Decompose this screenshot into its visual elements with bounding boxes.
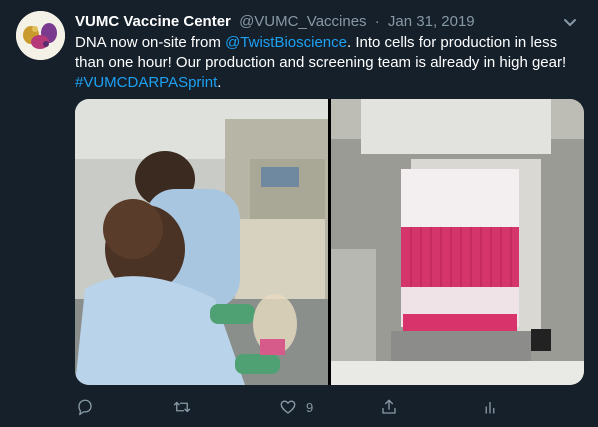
tweet-date[interactable]: Jan 31, 2019 xyxy=(388,13,475,30)
tweet-text: DNA now on-site from @TwistBioscience. I… xyxy=(75,33,587,93)
tweet-text-part: DNA now on-site from xyxy=(75,34,226,51)
tweet[interactable]: VUMC Vaccine Center @VUMC_Vaccines · Jan… xyxy=(0,0,598,427)
reply-button[interactable] xyxy=(76,394,94,420)
share-button[interactable] xyxy=(380,394,398,420)
analytics-icon xyxy=(485,401,495,414)
analytics-button[interactable] xyxy=(481,394,499,420)
reply-icon xyxy=(78,399,92,416)
hashtag-link[interactable]: #VUMCDARPASprint xyxy=(75,74,217,91)
user-handle[interactable]: @VUMC_Vaccines xyxy=(239,13,367,30)
like-button[interactable]: 9 xyxy=(279,394,313,420)
retweet-icon xyxy=(173,401,191,413)
pipetting-robot-photo[interactable] xyxy=(331,99,584,385)
separator-dot: · xyxy=(374,13,380,30)
tweet-actions: 9 xyxy=(0,394,598,420)
display-name[interactable]: VUMC Vaccine Center xyxy=(75,13,231,30)
heart-icon xyxy=(280,400,296,414)
mention-link[interactable]: @TwistBioscience xyxy=(225,34,347,51)
avatar[interactable] xyxy=(16,11,65,60)
tweet-media[interactable] xyxy=(75,99,584,385)
tweet-text-end: . xyxy=(217,74,222,91)
like-count: 9 xyxy=(306,399,314,415)
chevron-down-icon[interactable] xyxy=(560,12,580,32)
retweet-button[interactable] xyxy=(173,394,191,420)
lab-workers-photo[interactable] xyxy=(75,99,328,385)
share-icon xyxy=(382,399,396,414)
tweet-header: VUMC Vaccine Center @VUMC_Vaccines · Jan… xyxy=(75,12,475,32)
